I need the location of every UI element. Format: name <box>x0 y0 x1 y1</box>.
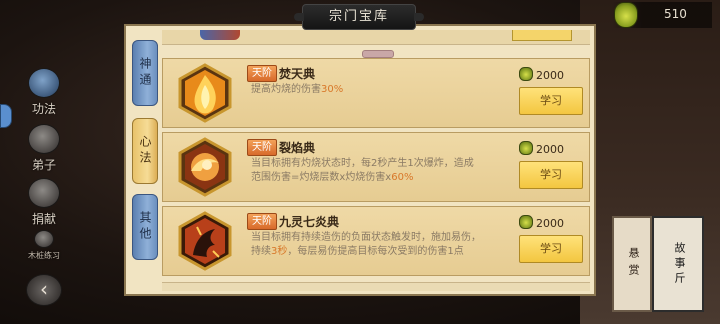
price-value: 2000 <box>536 143 564 156</box>
list-bottom-edge <box>162 282 590 291</box>
treasury-panel: 神通 心法 其他 天阶 焚天典 提高灼烧的伤害30% 2000 学习 天阶 裂焰… <box>124 24 596 296</box>
price: 2000 <box>519 141 564 156</box>
currency-value: 510 <box>664 7 687 21</box>
desc-highlight: 30% <box>321 84 344 95</box>
side-item-donate[interactable]: 捐献 <box>22 178 66 227</box>
price-value: 2000 <box>536 217 564 230</box>
learn-button[interactable]: 学习 <box>519 235 583 263</box>
side-item-disciple[interactable]: 弟子 <box>22 124 66 173</box>
scroll-icon <box>28 68 60 98</box>
technique-description: 提高灼烧的伤害30% <box>251 83 481 97</box>
desc-text: 当目标拥有灼烧状态时，每2秒产生1次爆炸，造成范围伤害=灼烧层数x灼烧伤害x <box>251 158 474 183</box>
learn-button-partial[interactable] <box>512 30 572 41</box>
tier-badge: 天阶 <box>247 213 277 230</box>
technique-name: 九灵七炎典 <box>279 215 340 229</box>
desc-highlight: 60% <box>391 172 414 183</box>
desc-text: 提高灼烧的伤害 <box>251 84 321 95</box>
technique-art-partial <box>200 30 240 40</box>
dragon-flame-technique-icon <box>175 211 235 271</box>
donate-icon <box>28 178 60 208</box>
side-item-label: 弟子 <box>31 158 56 172</box>
side-item-gongfa[interactable]: 功法 <box>22 68 66 117</box>
side-item-label: 功法 <box>31 102 56 116</box>
technique-description: 当目标拥有灼烧状态时，每2秒产生1次爆炸，造成范围伤害=灼烧层数x灼烧伤害x60… <box>251 157 481 185</box>
back-arrow-icon: ‹ <box>40 277 48 301</box>
previous-card-edge <box>162 30 590 45</box>
learn-button[interactable]: 学习 <box>519 87 583 115</box>
side-drawer-tab[interactable] <box>0 104 12 128</box>
technique-card: 天阶 焚天典 提高灼烧的伤害30% 2000 学习 <box>162 58 590 128</box>
technique-description: 当目标拥有持续造伤的负面状态触发时，施加易伤，持续3秒，每层易伤提高目标每次受到… <box>251 231 481 259</box>
tab-shentong[interactable]: 神通 <box>132 40 158 106</box>
back-button[interactable]: ‹ <box>26 274 62 306</box>
scroll-indicator[interactable] <box>362 50 394 58</box>
tab-xinfa[interactable]: 心法 <box>132 118 158 184</box>
learn-button[interactable]: 学习 <box>519 161 583 189</box>
reward-board-button[interactable]: 悬赏 <box>612 216 652 312</box>
training-dummy-icon <box>34 230 54 248</box>
tier-badge: 天阶 <box>247 65 277 82</box>
page-title: 宗门宝库 <box>294 4 424 30</box>
tab-other[interactable]: 其他 <box>132 194 158 260</box>
technique-name: 焚天典 <box>279 67 316 81</box>
desc-text-tail: ，每层易伤提高目标每次受到的伤害1点 <box>287 246 464 257</box>
side-item-label: 木桩练习 <box>28 251 60 260</box>
spirit-stone-icon <box>614 2 638 28</box>
currency-display: 510 <box>612 2 712 28</box>
price: 2000 <box>519 215 564 230</box>
flame-burst-technique-icon <box>175 137 235 197</box>
price-value: 2000 <box>536 69 564 82</box>
technique-card: 天阶 裂焰典 当目标拥有灼烧状态时，每2秒产生1次爆炸，造成范围伤害=灼烧层数x… <box>162 132 590 202</box>
desc-highlight: 3秒 <box>271 246 288 257</box>
price: 2000 <box>519 67 564 82</box>
side-item-label: 捐献 <box>31 212 56 226</box>
spirit-stone-icon <box>519 141 533 155</box>
side-item-training[interactable]: 木桩练习 <box>22 230 66 261</box>
story-board-button[interactable]: 故事斤 <box>652 216 704 312</box>
spirit-stone-icon <box>519 67 533 81</box>
technique-name: 裂焰典 <box>279 141 316 155</box>
technique-card: 天阶 九灵七炎典 当目标拥有持续造伤的负面状态触发时，施加易伤，持续3秒，每层易… <box>162 206 590 276</box>
flame-technique-icon <box>175 63 235 123</box>
disciple-icon <box>28 124 60 154</box>
spirit-stone-icon <box>519 215 533 229</box>
tier-badge: 天阶 <box>247 139 277 156</box>
